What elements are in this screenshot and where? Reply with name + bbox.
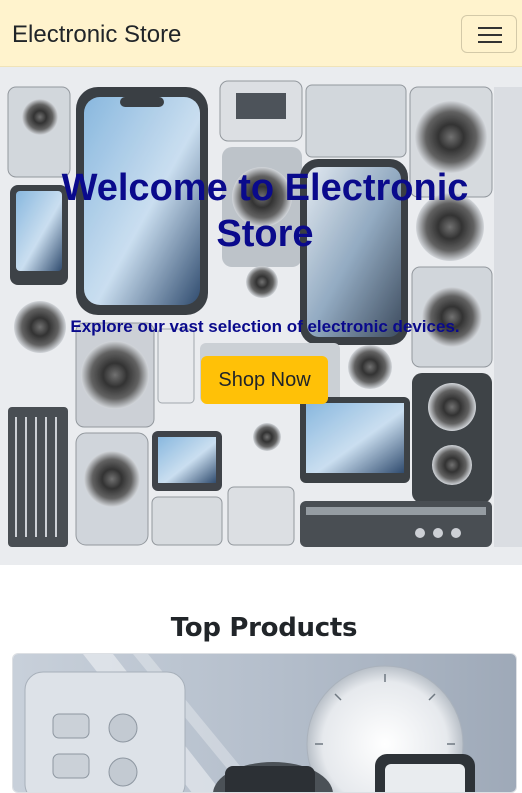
brand-link[interactable]: Electronic Store: [12, 18, 181, 52]
hero-subtitle: Explore our vast selection of electronic…: [70, 317, 460, 336]
section-title-top-products: Top Products: [170, 613, 358, 643]
hamburger-menu-button[interactable]: [461, 15, 517, 53]
product-image: [13, 654, 516, 792]
hero-banner: Welcome to Electronic Store Explore our …: [0, 67, 522, 565]
product-card[interactable]: [12, 653, 517, 793]
shop-now-button[interactable]: Shop Now: [201, 356, 328, 404]
hero-title: Welcome to Electronic Store: [61, 167, 469, 255]
navbar: Electronic Store: [0, 0, 522, 67]
